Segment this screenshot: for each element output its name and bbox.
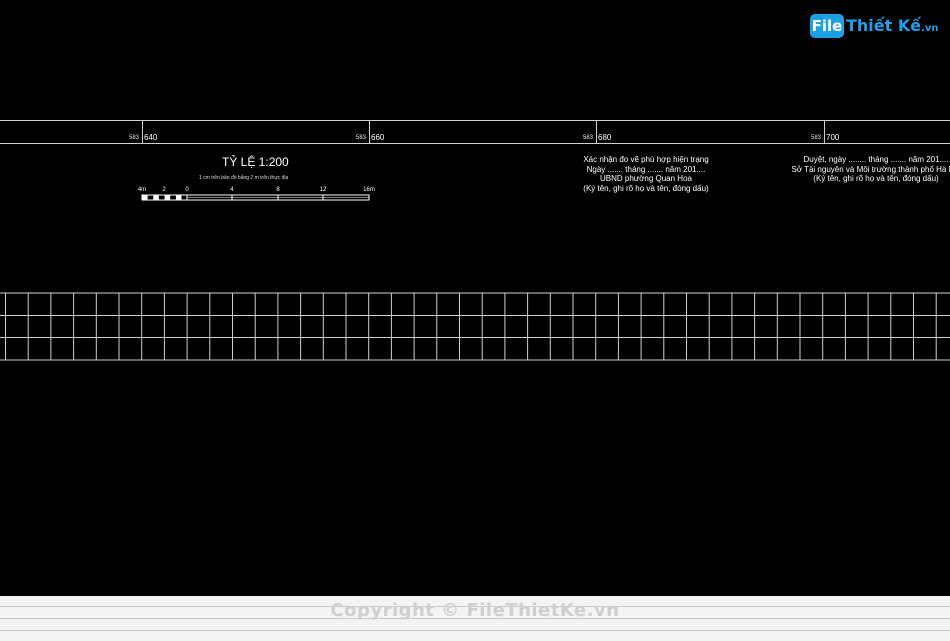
grid-table xyxy=(0,292,950,361)
footer-stripe xyxy=(0,630,950,631)
copyright-watermark: Copyright © FileThietKe.vn xyxy=(330,600,620,621)
cad-drawing-canvas[interactable]: File Thiết Kế.vn 583 640 583 660 583 680… xyxy=(0,0,950,596)
